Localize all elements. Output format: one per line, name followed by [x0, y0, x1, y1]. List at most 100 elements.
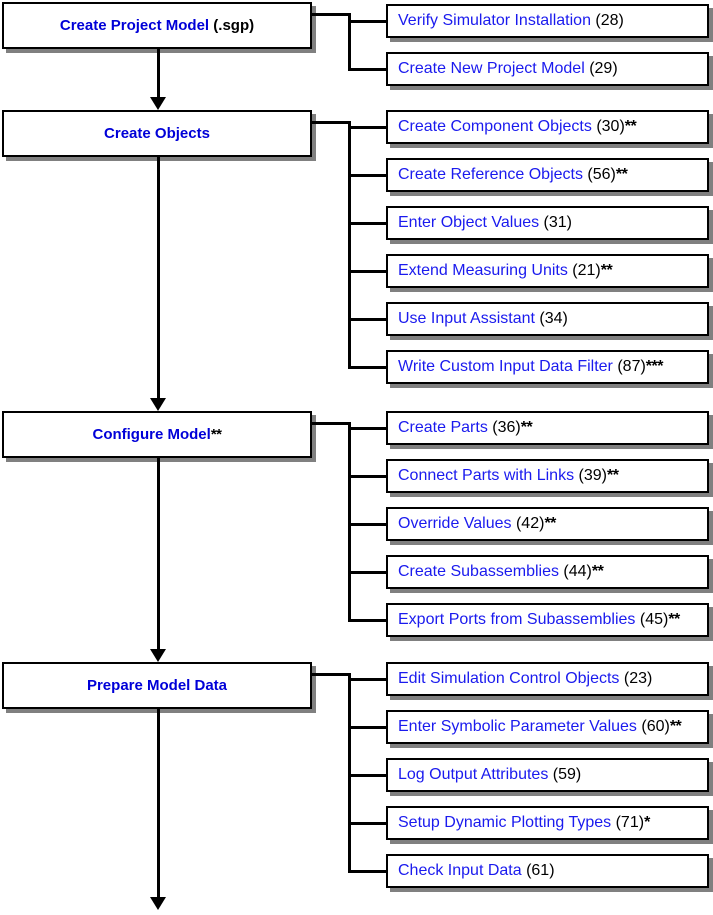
stage-box-4[interactable]: Prepare Model Data	[2, 662, 312, 709]
task-box-1-2[interactable]: Create New Project Model (29)	[386, 52, 709, 86]
task-label-3-4-marks: **	[591, 563, 604, 580]
branch-trunk-3	[348, 422, 351, 622]
task-label-2-1-suffix: (30)	[591, 118, 625, 135]
task-label-4-1: Edit Simulation Control Objects (23)	[398, 671, 652, 687]
task-box-4-5[interactable]: Check Input Data (61)	[386, 854, 709, 888]
stage-label-3-marks: **	[210, 426, 222, 443]
branch-stub-2-4	[348, 270, 388, 273]
stage-label-1-text: Create Project Model	[59, 17, 210, 34]
stage-label-3: Configure Model**	[92, 426, 222, 443]
stage-label-4: Prepare Model Data	[87, 678, 227, 693]
branch-stub-2-2	[348, 174, 388, 177]
task-label-2-3-text: Enter Object Values	[398, 214, 540, 231]
task-label-2-3-suffix: (31)	[539, 214, 573, 231]
task-label-4-5: Check Input Data (61)	[398, 863, 555, 879]
task-box-4-4[interactable]: Setup Dynamic Plotting Types (71)*	[386, 806, 709, 840]
branch-stub-2-6	[348, 366, 388, 369]
task-label-3-5: Export Ports from Subassemblies (45)**	[398, 612, 680, 628]
task-label-3-5-suffix: (45)	[635, 611, 669, 628]
branch-stem-2	[312, 121, 351, 124]
task-label-3-4-text: Create Subassemblies	[398, 563, 559, 580]
task-label-1-1-text: Verify Simulator Installation	[398, 12, 591, 29]
stage-box-2[interactable]: Create Objects	[2, 110, 312, 157]
task-label-3-1: Create Parts (36)**	[398, 419, 533, 436]
task-label-2-4-marks: **	[600, 262, 613, 279]
task-label-2-2: Create Reference Objects (56)**	[398, 166, 628, 183]
task-label-4-4-marks: *	[644, 814, 650, 831]
branch-stub-3-1	[348, 427, 388, 430]
branch-stub-1-2	[348, 68, 388, 71]
branch-stub-4-3	[348, 774, 388, 777]
task-label-3-3-text: Override Values	[398, 515, 512, 532]
task-label-3-4-suffix: (44)	[558, 563, 592, 580]
task-label-2-4-suffix: (21)	[567, 262, 601, 279]
branch-stub-3-5	[348, 619, 388, 622]
branch-stub-3-2	[348, 475, 388, 478]
task-label-4-2-marks: **	[669, 718, 682, 735]
flow-arrow-3	[150, 649, 166, 662]
branch-stub-3-4	[348, 571, 388, 574]
task-label-1-1-suffix: (28)	[590, 12, 624, 29]
flow-arrow-4	[150, 897, 166, 910]
flow-spine-2	[157, 157, 160, 398]
branch-stub-1-1	[348, 20, 388, 23]
task-box-3-1[interactable]: Create Parts (36)**	[386, 411, 709, 445]
task-label-3-5-text: Export Ports from Subassemblies	[398, 611, 636, 628]
task-label-4-2: Enter Symbolic Parameter Values (60)**	[398, 718, 682, 735]
flow-arrow-2	[150, 398, 166, 411]
stage-box-3[interactable]: Configure Model**	[2, 411, 312, 458]
task-box-3-3[interactable]: Override Values (42)**	[386, 507, 709, 541]
task-label-3-1-suffix: (36)	[487, 419, 521, 436]
stage-label-4-text: Prepare Model Data	[86, 677, 228, 694]
task-label-1-1: Verify Simulator Installation (28)	[398, 13, 624, 29]
task-label-4-4-suffix: (71)	[611, 814, 645, 831]
task-box-2-4[interactable]: Extend Measuring Units (21)**	[386, 254, 709, 288]
task-label-4-3: Log Output Attributes (59)	[398, 767, 581, 783]
branch-stub-4-1	[348, 678, 388, 681]
task-label-3-3: Override Values (42)**	[398, 516, 556, 532]
task-label-4-4-text: Setup Dynamic Plotting Types	[398, 814, 612, 831]
task-box-3-4[interactable]: Create Subassemblies (44)**	[386, 555, 709, 589]
task-label-4-4: Setup Dynamic Plotting Types (71)*	[398, 815, 650, 831]
flowchart-canvas: Create Project Model (.sgp) Verify Simula…	[0, 0, 713, 915]
task-label-3-3-suffix: (42)	[511, 515, 545, 532]
stage-label-2: Create Objects	[104, 126, 210, 141]
task-label-4-2-suffix: (60)	[636, 718, 670, 735]
task-box-2-6[interactable]: Write Custom Input Data Filter (87)***	[386, 350, 709, 384]
flow-spine-3	[157, 458, 160, 649]
task-label-2-2-marks: **	[615, 166, 628, 183]
task-box-4-3[interactable]: Log Output Attributes (59)	[386, 758, 709, 792]
task-label-3-2-text: Connect Parts with Links	[398, 467, 575, 484]
task-label-3-1-marks: **	[520, 419, 533, 436]
stage-box-1[interactable]: Create Project Model (.sgp)	[2, 2, 312, 49]
task-label-1-2: Create New Project Model (29)	[398, 61, 618, 77]
flow-spine-4	[157, 709, 160, 897]
task-box-2-5[interactable]: Use Input Assistant (34)	[386, 302, 709, 336]
task-label-2-4: Extend Measuring Units (21)**	[398, 262, 613, 279]
task-label-3-3-marks: **	[544, 515, 556, 532]
task-box-3-5[interactable]: Export Ports from Subassemblies (45)**	[386, 603, 709, 637]
task-box-2-2[interactable]: Create Reference Objects (56)**	[386, 158, 709, 192]
flow-arrow-1	[150, 97, 166, 110]
branch-stub-4-4	[348, 822, 388, 825]
task-label-2-1-marks: **	[624, 118, 637, 135]
task-label-2-3: Enter Object Values (31)	[398, 215, 572, 231]
task-label-1-2-suffix: (29)	[584, 60, 618, 77]
task-label-2-1-text: Create Component Objects	[398, 118, 592, 135]
task-box-4-1[interactable]: Edit Simulation Control Objects (23)	[386, 662, 709, 696]
branch-stub-2-5	[348, 318, 388, 321]
task-label-2-6: Write Custom Input Data Filter (87)***	[398, 359, 663, 375]
task-box-1-1[interactable]: Verify Simulator Installation (28)	[386, 4, 709, 38]
branch-stub-4-5	[348, 870, 388, 873]
stage-label-2-text: Create Objects	[104, 125, 210, 142]
task-label-2-1: Create Component Objects (30)**	[398, 118, 637, 135]
stage-label-1-suffix: (.sgp)	[209, 17, 255, 34]
branch-trunk-2	[348, 121, 351, 369]
task-box-4-2[interactable]: Enter Symbolic Parameter Values (60)**	[386, 710, 709, 744]
branch-stub-2-1	[348, 126, 388, 129]
task-box-2-3[interactable]: Enter Object Values (31)	[386, 206, 709, 240]
task-label-4-2-text: Enter Symbolic Parameter Values	[398, 718, 637, 735]
task-label-2-5-text: Use Input Assistant	[398, 310, 535, 327]
task-box-3-2[interactable]: Connect Parts with Links (39)**	[386, 459, 709, 493]
task-box-2-1[interactable]: Create Component Objects (30)**	[386, 110, 709, 144]
